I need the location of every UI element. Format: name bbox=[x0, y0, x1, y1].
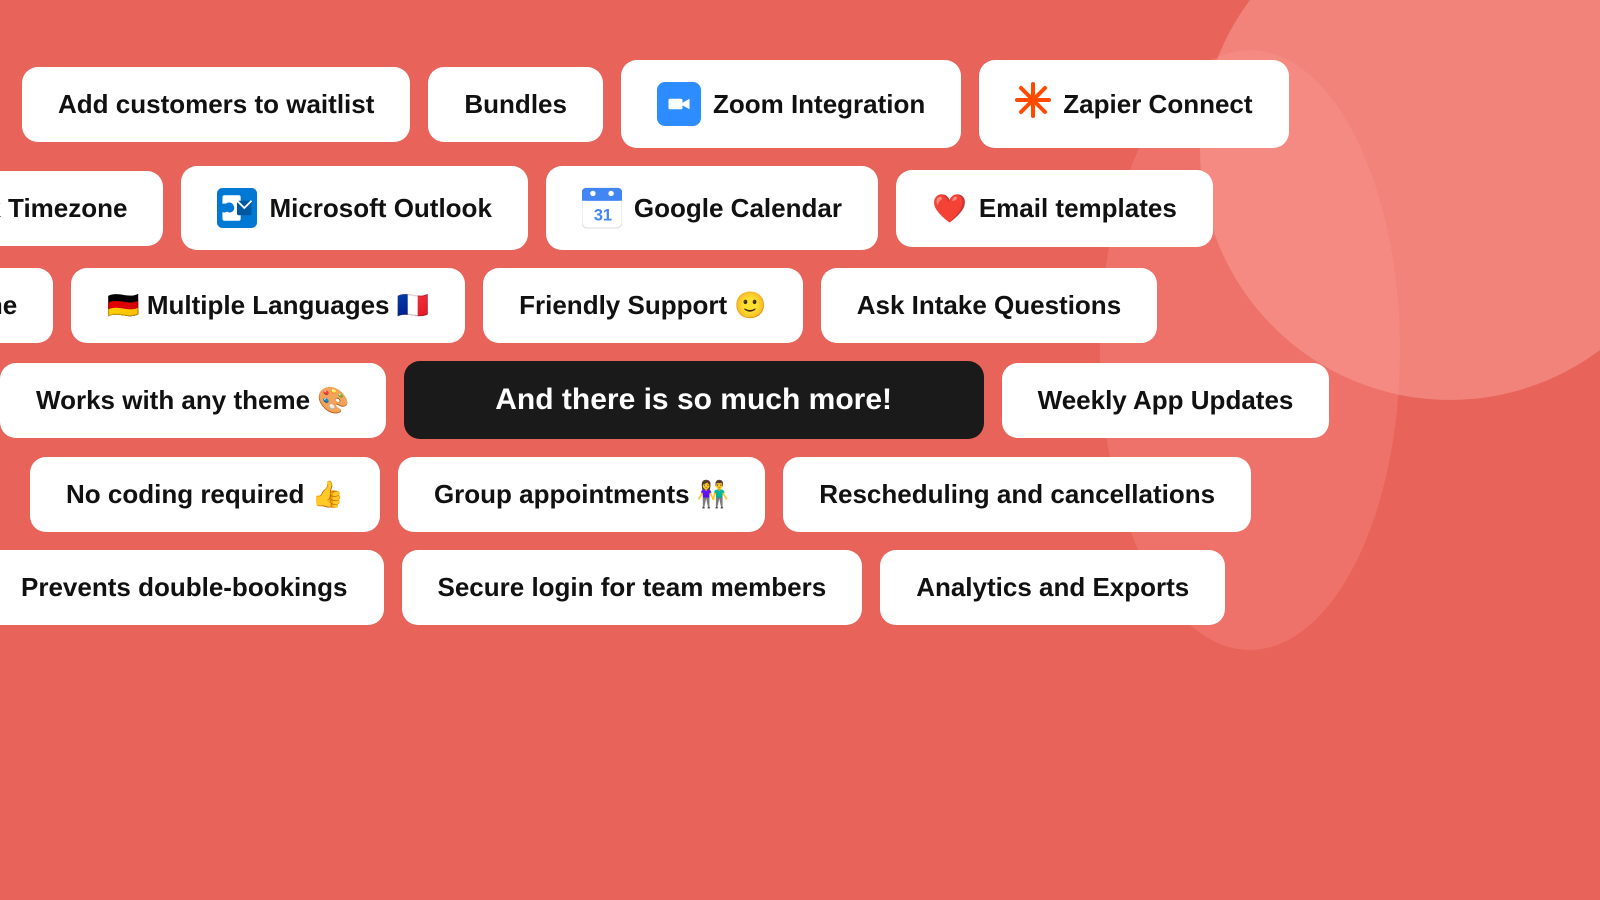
bundles-label: Bundles bbox=[464, 89, 567, 120]
email-templates-label: Email templates bbox=[979, 193, 1177, 224]
analytics-label: Analytics and Exports bbox=[916, 572, 1189, 603]
no-coding-label: No coding required 👍 bbox=[66, 479, 344, 510]
feature-row-4: Works with any theme 🎨 And there is so m… bbox=[0, 361, 1600, 439]
uptime-label: o Uptime bbox=[0, 290, 17, 321]
rescheduling-pill: Rescheduling and cancellations bbox=[783, 457, 1251, 532]
outlook-icon: O bbox=[217, 188, 257, 228]
feature-row-3: o Uptime 🇩🇪 Multiple Languages 🇫🇷 Friend… bbox=[0, 268, 1600, 343]
uptime-pill: o Uptime bbox=[0, 268, 53, 343]
email-templates-pill: ❤️ Email templates bbox=[896, 170, 1213, 247]
zapier-icon bbox=[1015, 82, 1051, 126]
languages-pill: 🇩🇪 Multiple Languages 🇫🇷 bbox=[71, 268, 465, 343]
languages-label: 🇩🇪 Multiple Languages 🇫🇷 bbox=[107, 290, 429, 321]
more-pill: And there is so much more! bbox=[404, 361, 984, 439]
feature-row-1: Add customers to waitlist Bundles Zoom I… bbox=[0, 60, 1600, 148]
timezone-pill: ock Timezone bbox=[0, 171, 163, 246]
zapier-pill: Zapier Connect bbox=[979, 60, 1288, 148]
weekly-updates-label: Weekly App Updates bbox=[1038, 385, 1294, 416]
feature-grid: Add customers to waitlist Bundles Zoom I… bbox=[0, 0, 1600, 900]
intake-label: Ask Intake Questions bbox=[857, 290, 1121, 321]
support-pill: Friendly Support 🙂 bbox=[483, 268, 803, 343]
gcal-label: Google Calendar bbox=[634, 193, 842, 224]
weekly-updates-pill: Weekly App Updates bbox=[1002, 363, 1330, 438]
zoom-icon bbox=[657, 82, 701, 126]
timezone-label: ock Timezone bbox=[0, 193, 127, 224]
bundles-pill: Bundles bbox=[428, 67, 603, 142]
zoom-label: Zoom Integration bbox=[713, 89, 925, 120]
rescheduling-label: Rescheduling and cancellations bbox=[819, 479, 1215, 510]
secure-login-pill: Secure login for team members bbox=[402, 550, 863, 625]
feature-row-6: Prevents double-bookings Secure login fo… bbox=[0, 550, 1600, 625]
feature-row-5: No coding required 👍 Group appointments … bbox=[0, 457, 1600, 532]
secure-login-label: Secure login for team members bbox=[438, 572, 827, 603]
add-waitlist-label: Add customers to waitlist bbox=[58, 89, 374, 120]
no-coding-pill: No coding required 👍 bbox=[30, 457, 380, 532]
gcal-icon: 31 bbox=[582, 188, 622, 228]
double-bookings-label: Prevents double-bookings bbox=[21, 572, 348, 603]
outlook-label: Microsoft Outlook bbox=[269, 193, 491, 224]
zoom-pill: Zoom Integration bbox=[621, 60, 961, 148]
theme-pill: Works with any theme 🎨 bbox=[0, 363, 386, 438]
analytics-pill: Analytics and Exports bbox=[880, 550, 1225, 625]
zapier-label: Zapier Connect bbox=[1063, 89, 1252, 120]
outlook-pill: O Microsoft Outlook bbox=[181, 166, 527, 250]
more-label: And there is so much more! bbox=[495, 383, 892, 417]
group-appts-label: Group appointments 👫 bbox=[434, 479, 729, 510]
support-label: Friendly Support 🙂 bbox=[519, 290, 767, 321]
theme-label: Works with any theme 🎨 bbox=[36, 385, 350, 416]
feature-row-2: ock Timezone O Microsoft Outlook bbox=[0, 166, 1600, 250]
svg-text:31: 31 bbox=[594, 207, 612, 225]
group-appts-pill: Group appointments 👫 bbox=[398, 457, 765, 532]
email-heart-icon: ❤️ bbox=[932, 192, 967, 225]
add-waitlist-pill: Add customers to waitlist bbox=[22, 67, 410, 142]
intake-pill: Ask Intake Questions bbox=[821, 268, 1157, 343]
gcal-pill: 31 Google Calendar bbox=[546, 166, 878, 250]
double-bookings-pill: Prevents double-bookings bbox=[0, 550, 384, 625]
